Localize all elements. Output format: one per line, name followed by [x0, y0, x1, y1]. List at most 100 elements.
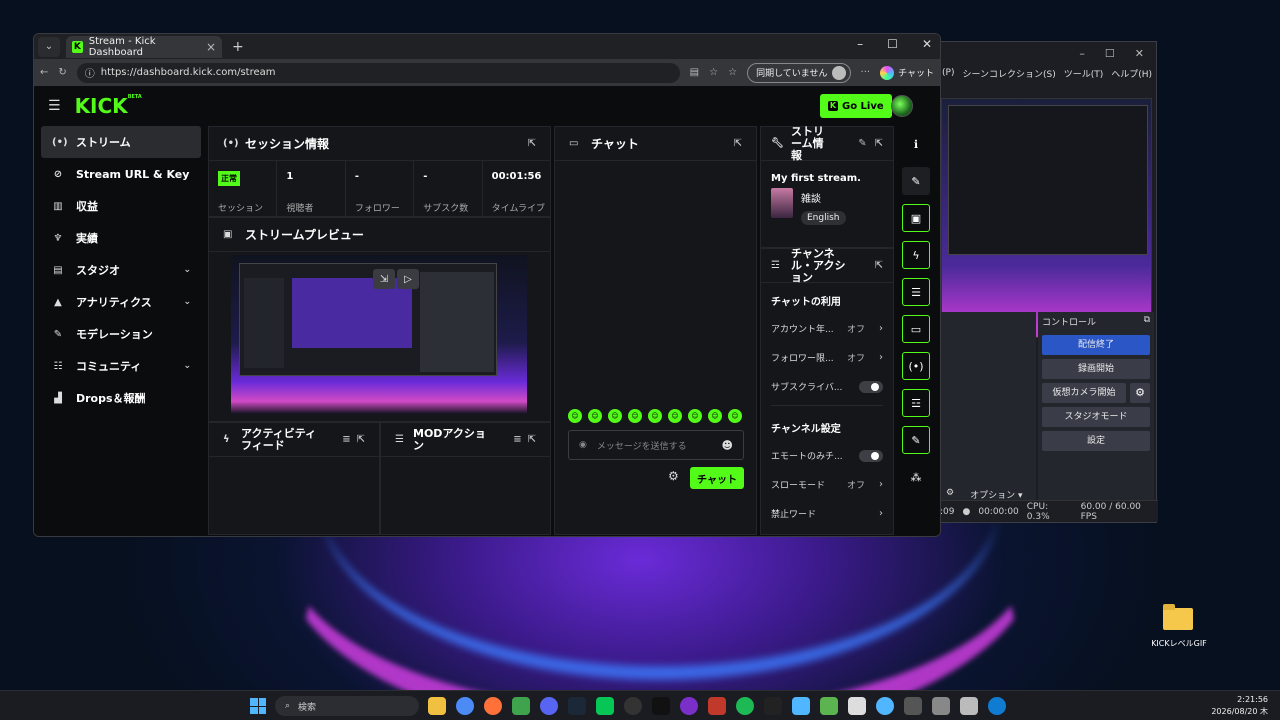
popout-icon[interactable]: ⇲: [373, 269, 395, 289]
kick-logo[interactable]: KICKBETA: [75, 94, 142, 118]
refresh-icon[interactable]: ↻: [58, 67, 66, 78]
settings-button[interactable]: 設定: [1042, 431, 1150, 451]
chat-send-button[interactable]: チャット: [690, 467, 744, 489]
preview-icon[interactable]: ▣: [902, 204, 930, 232]
popout-icon[interactable]: ⇱: [357, 434, 365, 445]
popout-icon[interactable]: ⇱: [875, 138, 883, 149]
channel-option-row[interactable]: サブスクライバ...: [761, 372, 893, 401]
wrench-icon[interactable]: ✎: [902, 426, 930, 454]
emote-icon[interactable]: ☺: [628, 409, 642, 423]
chevron-down-icon[interactable]: ⌄: [183, 297, 191, 307]
notepad-icon[interactable]: [792, 697, 810, 715]
channel-option-row[interactable]: エモートのみチ...: [761, 441, 893, 470]
taskbar-clock[interactable]: 2:21:56 2026/08/20 木: [1211, 694, 1268, 718]
gear-icon[interactable]: ⚙: [668, 469, 679, 483]
more-icon[interactable]: ···: [861, 67, 871, 78]
tab-kick-dashboard[interactable]: K Stream - Kick Dashboard ×: [66, 35, 222, 58]
chrome-icon[interactable]: [456, 697, 474, 715]
steam-icon[interactable]: [568, 697, 586, 715]
minimize-icon[interactable]: –: [857, 37, 863, 51]
emote-icon[interactable]: ☺: [728, 409, 742, 423]
favorite-icon[interactable]: ☆: [709, 67, 718, 78]
emoji-icon[interactable]: ☻: [722, 439, 733, 452]
chevron-right-icon[interactable]: ›: [879, 352, 883, 363]
emote-icon[interactable]: ☺: [708, 409, 722, 423]
favorites-list-icon[interactable]: ☆: [728, 67, 737, 78]
channel-option-row[interactable]: 禁止ワード ›: [761, 499, 893, 528]
channel-option-row[interactable]: フォロワー限... オフ ›: [761, 343, 893, 372]
filter-icon[interactable]: ≡: [342, 434, 350, 445]
firefox-icon[interactable]: [484, 697, 502, 715]
spotify-icon[interactable]: [736, 697, 754, 715]
studio-mode-button[interactable]: スタジオモード: [1042, 407, 1150, 427]
app-icon[interactable]: [652, 697, 670, 715]
obs-window[interactable]: – ☐ ✕ (P) シーンコレクション(S) ツール(T) ヘルプ(H) コント…: [935, 41, 1158, 523]
sidebar-item[interactable]: ⊘ Stream URL & Key: [41, 158, 201, 190]
obs-menu-item[interactable]: シーンコレクション(S): [962, 67, 1055, 80]
maximize-icon[interactable]: ☐: [1105, 47, 1115, 60]
close-tab-icon[interactable]: ×: [206, 40, 216, 54]
discord-icon[interactable]: [540, 697, 558, 715]
app-icon[interactable]: [876, 697, 894, 715]
obs-menu-item[interactable]: ヘルプ(H): [1111, 67, 1152, 80]
sidebar-item[interactable]: ☷ コミュニティ ⌄: [41, 350, 201, 382]
chevron-down-icon[interactable]: ⌄: [183, 361, 191, 371]
url-field[interactable]: ⓘ https://dashboard.kick.com/stream: [76, 62, 680, 83]
edge-icon[interactable]: [988, 697, 1006, 715]
emote-icon[interactable]: ☺: [588, 409, 602, 423]
chevron-down-icon[interactable]: ⌄: [183, 265, 191, 275]
popout-icon[interactable]: ⇱: [528, 138, 536, 149]
popout-icon[interactable]: ⇱: [528, 434, 536, 445]
emote-icon[interactable]: ☺: [608, 409, 622, 423]
channel-option-row[interactable]: アカウント年... オフ ›: [761, 314, 893, 343]
app-icon[interactable]: [960, 697, 978, 715]
popout-icon[interactable]: ⇱: [875, 260, 883, 271]
emote-icon[interactable]: ☺: [688, 409, 702, 423]
gear-icon[interactable]: ⚙: [1130, 383, 1150, 403]
app-icon[interactable]: [680, 697, 698, 715]
emote-icon[interactable]: ☺: [668, 409, 682, 423]
bolt-icon[interactable]: ϟ: [902, 241, 930, 269]
channel-option-row[interactable]: スローモード オフ ›: [761, 470, 893, 499]
settings-icon[interactable]: [932, 697, 950, 715]
edit-icon[interactable]: ✎: [902, 167, 930, 195]
stream-preview-video[interactable]: ⇲ ▷: [231, 255, 527, 414]
windows-start-icon[interactable]: [250, 698, 266, 714]
undock-icon[interactable]: ⧉: [1144, 315, 1150, 328]
info-icon[interactable]: ℹ: [902, 130, 930, 158]
edit-icon[interactable]: ✎: [858, 138, 866, 149]
channel-icon[interactable]: ☲: [902, 389, 930, 417]
obs-menu-item[interactable]: (P): [942, 68, 954, 78]
emote-icon[interactable]: ☺: [648, 409, 662, 423]
toggle-switch[interactable]: [859, 449, 883, 462]
popout-icon[interactable]: ⇱: [734, 138, 742, 149]
chat-message-input[interactable]: ◉ メッセージを送信する ☻: [568, 430, 744, 460]
more-widgets-icon[interactable]: ⁂: [902, 463, 930, 491]
app-icon[interactable]: [848, 697, 866, 715]
line-icon[interactable]: [596, 697, 614, 715]
epic-games-icon[interactable]: [764, 697, 782, 715]
go-live-button[interactable]: K Go Live: [820, 94, 892, 118]
avatar[interactable]: [891, 95, 913, 117]
app-icon[interactable]: [904, 697, 922, 715]
reader-icon[interactable]: ▤: [690, 67, 699, 78]
list-icon[interactable]: ☰: [902, 278, 930, 306]
menu-icon[interactable]: ☰: [48, 98, 61, 114]
copilot-button[interactable]: チャット: [880, 65, 934, 80]
chevron-right-icon[interactable]: ›: [879, 323, 883, 334]
taskbar-search[interactable]: ⌕ 検索: [275, 696, 419, 716]
app-icon[interactable]: [512, 697, 530, 715]
theater-mode-icon[interactable]: ▷: [397, 269, 419, 289]
minimize-icon[interactable]: –: [1079, 47, 1085, 60]
sidebar-item[interactable]: ▤ スタジオ ⌄: [41, 254, 201, 286]
folder-icon[interactable]: [1163, 604, 1193, 630]
maximize-icon[interactable]: ☐: [887, 37, 898, 51]
start-recording-button[interactable]: 録画開始: [1042, 359, 1150, 379]
broadcast-icon[interactable]: (•): [902, 352, 930, 380]
sidebar-item[interactable]: ▥ 収益: [41, 190, 201, 222]
app-icon[interactable]: [708, 697, 726, 715]
site-info-icon[interactable]: ⓘ: [85, 65, 95, 80]
sidebar-item[interactable]: ▟ Drops＆報酬: [41, 382, 201, 414]
sidebar-item[interactable]: ✎ モデレーション: [41, 318, 201, 350]
new-tab-icon[interactable]: +: [232, 39, 244, 55]
